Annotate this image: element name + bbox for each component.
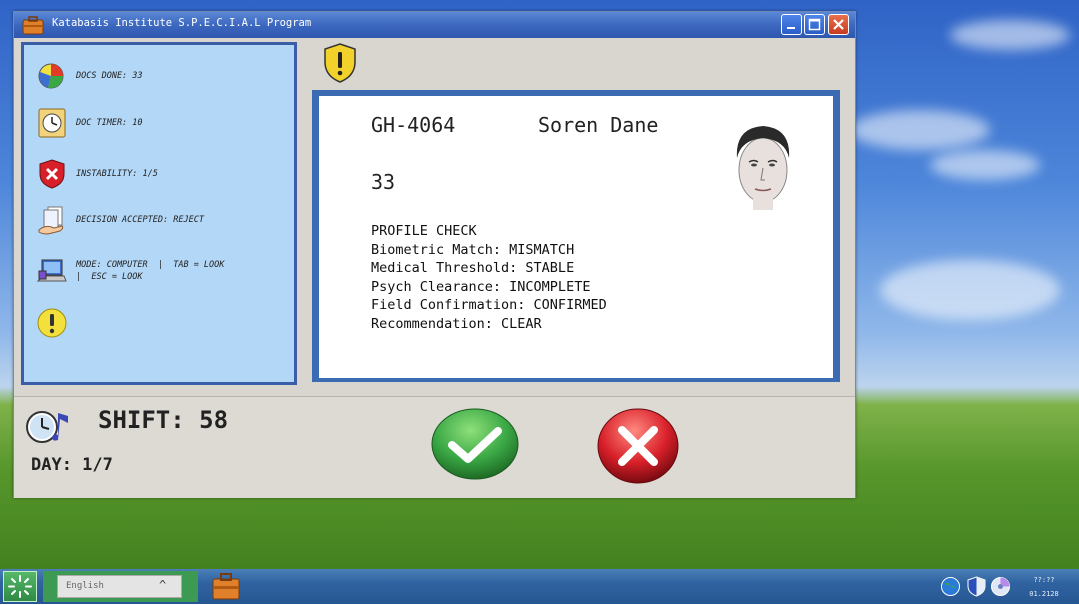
minimize-button[interactable] bbox=[781, 14, 802, 35]
portrait-photo bbox=[723, 118, 803, 210]
docs-done-label: DOCS DONE: 33 bbox=[76, 71, 143, 81]
cloud bbox=[880, 260, 1060, 320]
medical-threshold-line: Medical Threshold: STABLE bbox=[371, 260, 575, 277]
program-window: Katabasis Institute S.P.E.C.I.A.L Progra… bbox=[13, 11, 856, 498]
pie-chart-icon bbox=[38, 63, 64, 89]
security-shield-icon[interactable] bbox=[966, 576, 987, 597]
briefcase-icon bbox=[22, 16, 44, 35]
document-name: Soren Dane bbox=[538, 113, 659, 137]
start-loading-icon bbox=[8, 575, 32, 598]
document-paper: GH-4064 Soren Dane 33 PROFILE CHECK Biom… bbox=[319, 96, 833, 378]
mode-label: MODE: COMPUTER | TAB = LOOK | ESC = LOOK bbox=[76, 260, 225, 282]
cloud bbox=[930, 150, 1040, 180]
clock-icon bbox=[38, 108, 66, 138]
doc-timer-label: DOC TIMER: 10 bbox=[76, 118, 143, 128]
computer-icon bbox=[36, 259, 67, 282]
sidebar-item-instability: INSTABILITY: 1/5 bbox=[36, 157, 266, 191]
maximize-button[interactable] bbox=[804, 14, 825, 35]
start-button[interactable] bbox=[3, 571, 37, 602]
document-age: 33 bbox=[371, 170, 396, 194]
tray-time: ??:?? bbox=[1033, 576, 1055, 584]
tray-clock[interactable]: ??:?? 01.2128 bbox=[1022, 573, 1066, 601]
document-details: PROFILE CHECK Biometric Match: MISMATCH … bbox=[371, 222, 607, 334]
globe-icon[interactable] bbox=[940, 576, 961, 597]
instability-label: INSTABILITY: 1/5 bbox=[76, 169, 158, 179]
field-confirmation-line: Field Confirmation: CONFIRMED bbox=[371, 297, 607, 314]
document-id: GH-4064 bbox=[371, 113, 456, 137]
minimize-icon bbox=[787, 27, 795, 29]
reject-button[interactable] bbox=[596, 407, 680, 485]
warning-shield-icon bbox=[324, 43, 356, 83]
tray-date: 01.2128 bbox=[1029, 590, 1059, 598]
close-button[interactable] bbox=[828, 14, 849, 35]
language-selector[interactable]: English ^ bbox=[57, 575, 182, 598]
biometric-match-line: Biometric Match: MISMATCH bbox=[371, 241, 575, 258]
hand-document-icon bbox=[38, 206, 64, 235]
bottom-status-bar: SHIFT: 58 DAY: 1/7 bbox=[14, 396, 855, 498]
accept-button[interactable] bbox=[430, 407, 520, 481]
psych-clearance-line: Psych Clearance: INCOMPLETE bbox=[371, 278, 591, 295]
shift-counter: SHIFT: 58 bbox=[98, 406, 229, 434]
decision-label: DECISION ACCEPTED: REJECT bbox=[76, 215, 204, 225]
sidebar-item-mode: MODE: COMPUTER | TAB = LOOK | ESC = LOOK bbox=[36, 254, 266, 288]
day-counter: DAY: 1/7 bbox=[31, 455, 113, 475]
sidebar-item-alert bbox=[36, 306, 266, 340]
sidebar-item-doc-timer: DOC TIMER: 10 bbox=[36, 106, 266, 140]
maximize-icon bbox=[808, 18, 821, 31]
document-frame: GH-4064 Soren Dane 33 PROFILE CHECK Biom… bbox=[312, 90, 840, 382]
profile-check-heading: PROFILE CHECK bbox=[371, 223, 477, 239]
chevron-up-icon: ^ bbox=[159, 578, 167, 592]
taskbar: English ^ ??:?? 01.2128 bbox=[0, 569, 1079, 604]
language-selector-box: English ^ bbox=[43, 571, 198, 602]
sidebar-item-docs-done: DOCS DONE: 33 bbox=[36, 59, 266, 93]
sidebar-item-decision: DECISION ACCEPTED: REJECT bbox=[36, 203, 266, 237]
clock-music-icon bbox=[26, 411, 68, 443]
taskbar-briefcase-app[interactable] bbox=[208, 571, 244, 602]
exclamation-icon bbox=[37, 308, 67, 338]
cloud bbox=[850, 110, 990, 150]
cloud bbox=[950, 20, 1070, 50]
window-title: Katabasis Institute S.P.E.C.I.A.L Progra… bbox=[52, 17, 312, 29]
language-value: English bbox=[66, 581, 104, 591]
recommendation-line: Recommendation: CLEAR bbox=[371, 315, 542, 332]
close-icon bbox=[833, 19, 844, 30]
status-sidebar: DOCS DONE: 33 DOC TIMER: 10 INSTABILITY:… bbox=[21, 42, 297, 385]
shield-x-icon bbox=[39, 159, 65, 189]
window-titlebar[interactable]: Katabasis Institute S.P.E.C.I.A.L Progra… bbox=[14, 12, 855, 38]
disc-icon[interactable] bbox=[990, 576, 1011, 597]
